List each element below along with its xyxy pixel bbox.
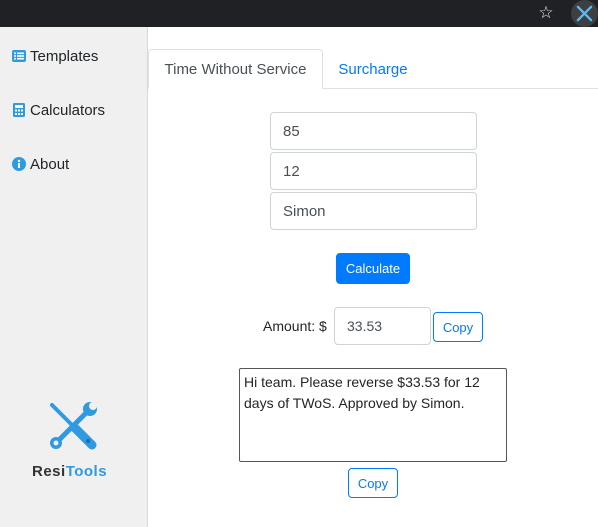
sidebar-item-label: Templates — [30, 47, 99, 65]
calculator-icon — [13, 103, 25, 117]
message-textarea[interactable]: Hi team. Please reverse $33.53 for 12 da… — [239, 368, 507, 462]
sidebar: Templates Calculators About ResiTools — [0, 27, 148, 527]
copy-amount-button[interactable]: Copy — [433, 312, 483, 342]
days-field[interactable] — [270, 112, 477, 150]
sidebar-item-templates[interactable]: Templates — [12, 45, 98, 67]
resitools-logo-icon — [50, 402, 97, 450]
amount-label: Amount: $ — [263, 318, 327, 334]
brand-part-1: Resi — [32, 463, 66, 480]
sidebar-item-calculators[interactable]: Calculators — [12, 99, 105, 121]
tools-extension-icon — [576, 5, 593, 22]
sidebar-item-about[interactable]: About — [12, 153, 69, 175]
bookmark-star-icon[interactable]: ☆ — [536, 3, 556, 23]
calculate-button[interactable]: Calculate — [336, 253, 410, 284]
tab-surcharge[interactable]: Surcharge — [323, 49, 423, 89]
info-icon — [12, 157, 26, 171]
amount-field[interactable] — [334, 307, 431, 345]
approver-field[interactable] — [270, 192, 477, 230]
tab-time-without-service[interactable]: Time Without Service — [148, 49, 323, 89]
list-icon — [12, 50, 26, 62]
sidebar-item-label: About — [30, 155, 70, 173]
extension-button[interactable] — [571, 0, 598, 27]
brand-part-2: Tools — [65, 463, 108, 480]
count-field[interactable] — [270, 152, 477, 190]
brand-name: ResiTools — [32, 463, 107, 480]
browser-toolbar: ☆ — [0, 0, 598, 27]
copy-message-button[interactable]: Copy — [348, 468, 398, 498]
sidebar-item-label: Calculators — [30, 101, 106, 119]
